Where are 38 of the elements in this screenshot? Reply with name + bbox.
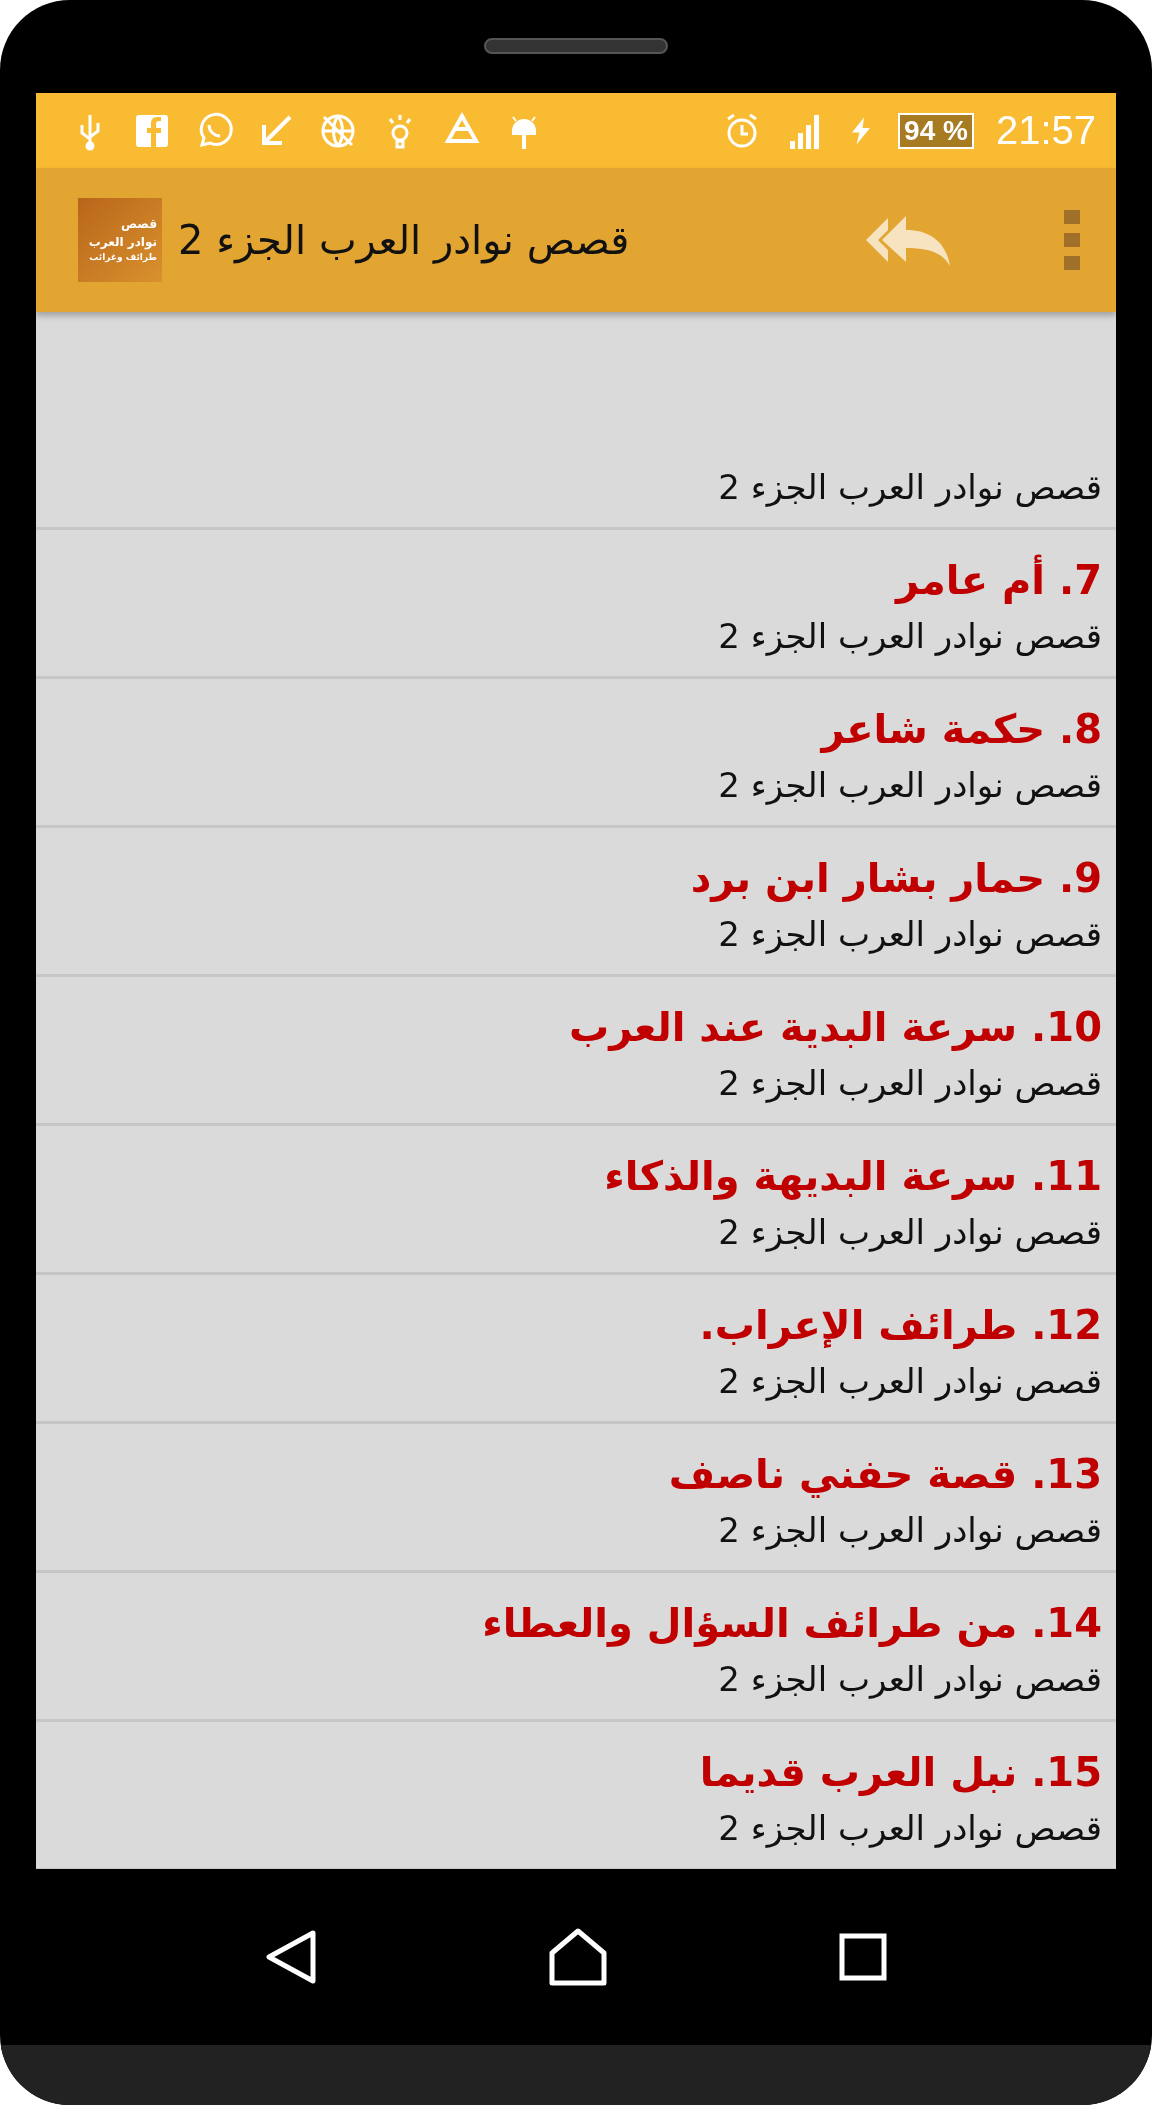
item-subtitle: قصص نوادر العرب الجزء 2 bbox=[718, 1658, 1102, 1701]
recents-icon[interactable] bbox=[838, 1933, 887, 1981]
item-subtitle: قصص نوادر العرب الجزء 2 bbox=[718, 764, 1102, 807]
list-item[interactable]: 12. طرائف الإعراب. قصص نوادر العرب الجزء 2 bbox=[36, 1275, 1116, 1424]
list-item[interactable]: 13. قصة حفني ناصف قصص نوادر العرب الجزء 2 bbox=[36, 1424, 1116, 1573]
item-title: 7. أم عامر bbox=[896, 550, 1102, 610]
item-subtitle: قصص نوادر العرب الجزء 2 bbox=[718, 1211, 1102, 1254]
back-icon[interactable] bbox=[265, 1929, 318, 1985]
list-item[interactable]: 14. من طرائف السؤال والعطاء قصص نوادر العرب الجزء 2 bbox=[36, 1573, 1116, 1722]
app-icon-text: قصص bbox=[120, 216, 157, 234]
item-title: 9. حمار بشار ابن برد bbox=[690, 854, 1102, 904]
home-icon[interactable] bbox=[548, 1927, 608, 1987]
item-title: 14. من طرائف السؤال والعطاء bbox=[482, 1599, 1102, 1649]
battery-indicator: 94 % bbox=[898, 112, 974, 149]
item-subtitle: قصص نوادر العرب الجزء 2 bbox=[718, 913, 1102, 956]
item-subtitle: قصص نوادر العرب الجزء 2 bbox=[718, 615, 1102, 658]
list-item[interactable]: 10. سرعة البدية عند العرب قصص نوادر العرب الجزء 2 bbox=[36, 977, 1116, 1126]
item-subtitle: قصص نوادر العرب الجزء 2 bbox=[718, 1509, 1102, 1552]
clock-time: 21:57 bbox=[995, 108, 1096, 153]
app-title: قصص نوادر العرب الجزء 2 bbox=[178, 217, 630, 263]
item-title: 12. طرائف الإعراب. bbox=[699, 1301, 1102, 1351]
item-subtitle: قصص نوادر العرب الجزء 2 bbox=[718, 1062, 1102, 1105]
item-title: 15. نبل العرب قديما bbox=[699, 1748, 1102, 1798]
list-item[interactable]: 8. حكمة شاعر قصص نوادر العرب الجزء 2 bbox=[36, 679, 1116, 828]
app-icon-text: طرائف وغرائب bbox=[89, 251, 157, 265]
item-subtitle: قصص نوادر العرب الجزء 2 bbox=[718, 1360, 1102, 1403]
item-title: 10. سرعة البدية عند العرب bbox=[569, 1003, 1102, 1053]
list-item[interactable]: قصص نوادر العرب الجزء 2 bbox=[36, 312, 1116, 530]
item-title: 11. سرعة البديهة والذكاء bbox=[604, 1152, 1102, 1202]
list-item[interactable]: 11. سرعة البديهة والذكاء قصص نوادر العرب الجزء 2 bbox=[36, 1126, 1116, 1275]
item-title: 13. قصة حفني ناصف bbox=[668, 1450, 1102, 1500]
list-item[interactable]: 15. نبل العرب قديما قصص نوادر العرب الجزء 2 bbox=[36, 1722, 1116, 1869]
list-item[interactable]: 9. حمار بشار ابن برد قصص نوادر العرب الجزء 2 bbox=[36, 828, 1116, 977]
item-subtitle: قصص نوادر العرب الجزء 2 bbox=[718, 466, 1102, 509]
item-subtitle: قصص نوادر العرب الجزء 2 bbox=[718, 1807, 1102, 1850]
app-icon-text: نوادر العرب bbox=[88, 234, 157, 252]
item-title: 8. حكمة شاعر bbox=[821, 705, 1102, 755]
list-item[interactable]: 7. أم عامر قصص نوادر العرب الجزء 2 bbox=[36, 530, 1116, 679]
